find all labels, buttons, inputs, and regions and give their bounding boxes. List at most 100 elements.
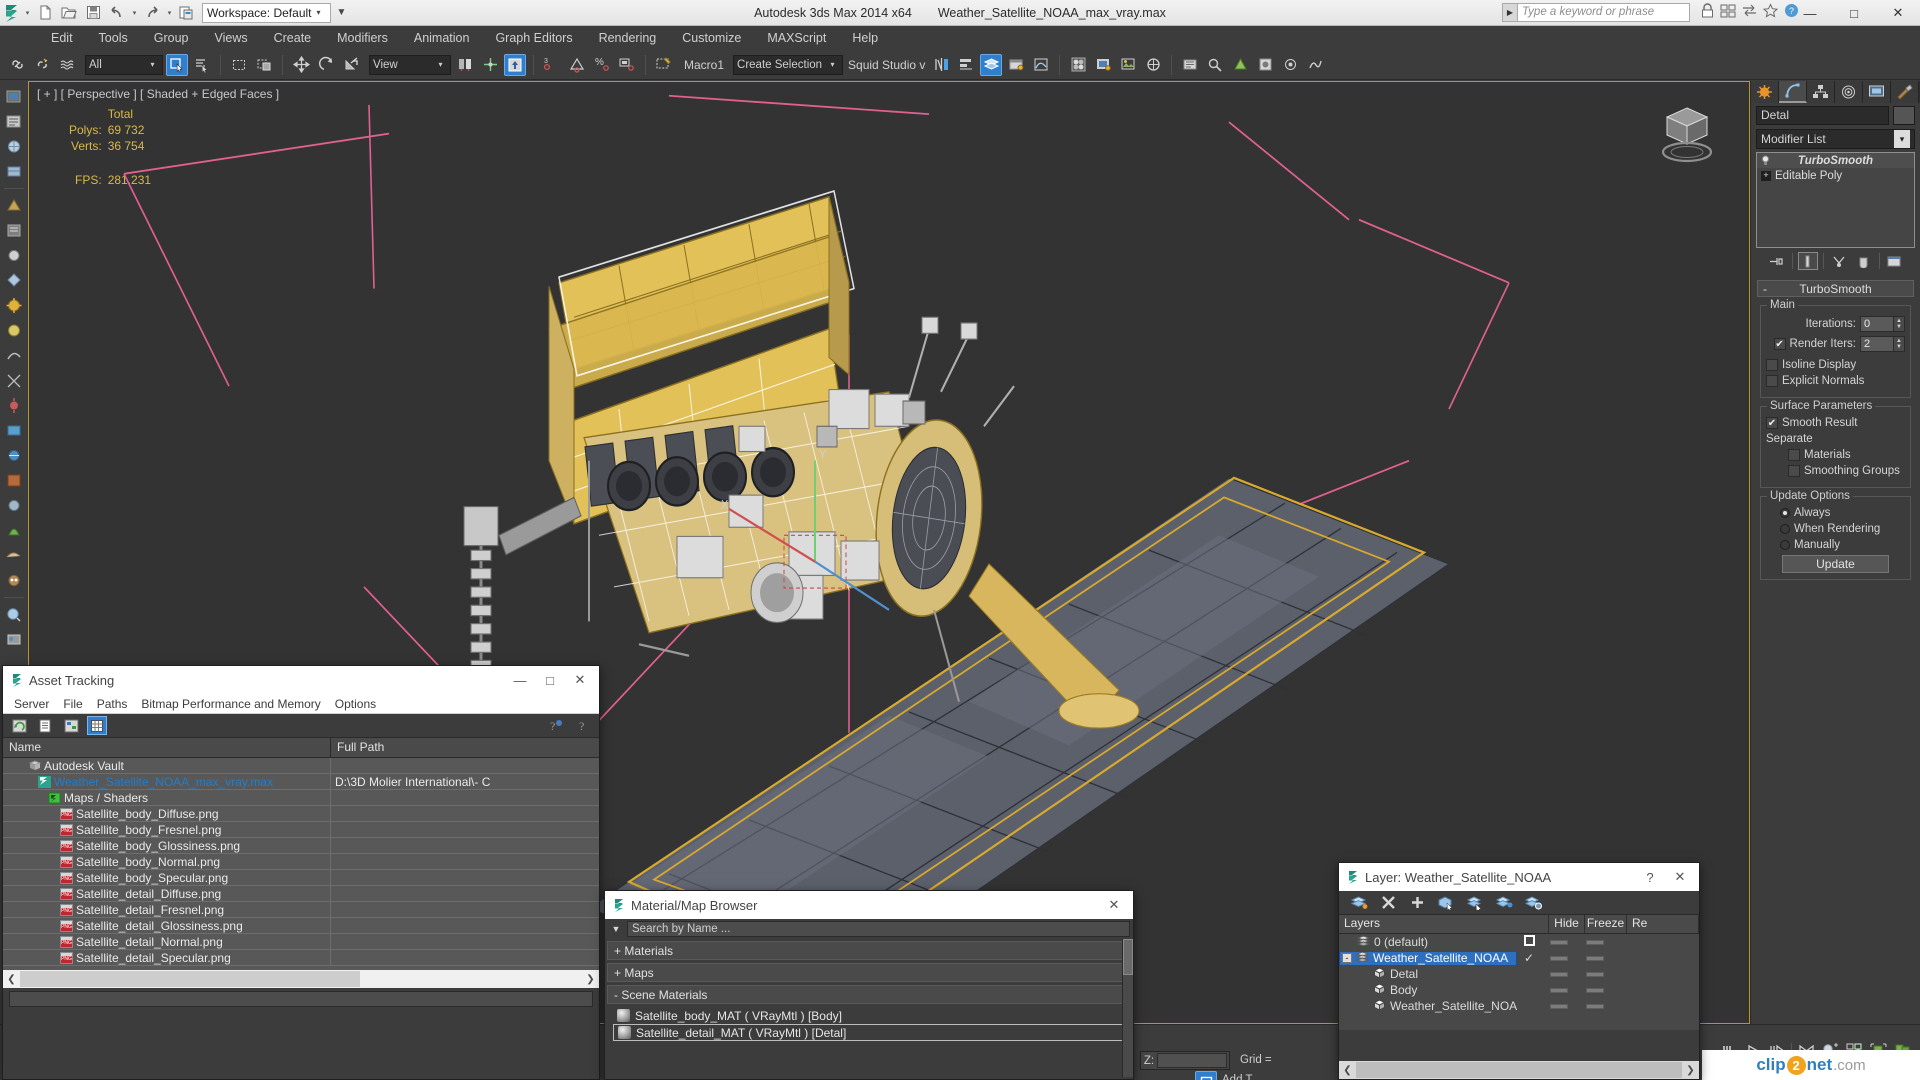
hide-toggle[interactable]	[1550, 971, 1568, 977]
freeze-toggle[interactable]	[1586, 955, 1604, 961]
filter-dropdown-icon[interactable]: ▼	[608, 921, 624, 937]
left-tool-icon-2[interactable]	[2, 110, 26, 133]
vray-toolbar-icon-1[interactable]	[1179, 54, 1201, 76]
vray-toolbar-icon-5[interactable]	[1279, 54, 1301, 76]
maximize-button[interactable]: □	[535, 667, 565, 693]
menu-item-tools[interactable]: Tools	[86, 26, 141, 50]
snap-toggle-icon[interactable]	[504, 53, 526, 76]
select-by-name-icon[interactable]	[191, 54, 213, 76]
modifier-stack[interactable]: TurboSmooth + Editable Poly	[1756, 152, 1915, 248]
percent-snap-icon[interactable]: %	[591, 54, 613, 76]
light-bulb-icon[interactable]	[1760, 155, 1771, 166]
table-row[interactable]: Weather_Satellite_NOAA_max_vray.max D:\3…	[3, 774, 599, 790]
select-and-rotate-icon[interactable]	[315, 54, 337, 76]
update-manually-radio[interactable]	[1780, 540, 1790, 550]
add-selection-to-layer-icon[interactable]	[1407, 893, 1427, 912]
list-item[interactable]: Weather_Satellite_NOAA	[1339, 998, 1699, 1014]
left-tool-icon-6[interactable]	[2, 219, 26, 242]
refresh-icon[interactable]	[9, 716, 29, 735]
tab-motion[interactable]	[1835, 81, 1863, 103]
grid-view-icon[interactable]	[87, 716, 107, 735]
render-iters-checkbox[interactable]: ✔	[1773, 338, 1786, 350]
z-coordinate-field[interactable]: Z:	[1140, 1051, 1230, 1070]
menu-item-edit[interactable]: Edit	[38, 26, 86, 50]
z-value[interactable]	[1157, 1053, 1227, 1068]
left-tool-icon-20[interactable]	[2, 569, 26, 592]
left-tool-icon-7[interactable]	[2, 244, 26, 267]
table-row[interactable]: Autodesk Vault	[3, 758, 599, 774]
menu-item-rendering[interactable]: Rendering	[586, 26, 670, 50]
menu-item-customize[interactable]: Customize	[669, 26, 754, 50]
menu-item-create[interactable]: Create	[261, 26, 325, 50]
help-icon[interactable]: ?	[573, 716, 593, 735]
tab-modify[interactable]	[1779, 81, 1807, 103]
vray-toolbar-icon-6[interactable]	[1304, 54, 1326, 76]
exchange-icon[interactable]	[1741, 3, 1758, 18]
menu-item-modifiers[interactable]: Modifiers	[324, 26, 401, 50]
material-item-body[interactable]: Satellite_body_MAT ( VRayMtl ) [Body]	[613, 1007, 1131, 1024]
vray-toolbar-icon-2[interactable]	[1204, 54, 1226, 76]
minimize-button[interactable]: —	[1788, 0, 1832, 26]
explicit-normals-checkbox[interactable]	[1766, 375, 1778, 387]
menu-item-group[interactable]: Group	[141, 26, 202, 50]
left-tool-icon-15[interactable]	[2, 444, 26, 467]
spinner-snap-icon[interactable]	[616, 54, 638, 76]
hide-toggle[interactable]	[1550, 939, 1568, 945]
collapse-icon[interactable]: -	[1342, 953, 1352, 963]
close-button[interactable]: ✕	[1665, 864, 1695, 890]
menu-item-file[interactable]: File	[56, 697, 89, 711]
update-always-row[interactable]: Always	[1766, 507, 1905, 519]
render-iters-spinner[interactable]: ▲▼	[1860, 336, 1905, 352]
menu-item-views[interactable]: Views	[201, 26, 260, 50]
close-button[interactable]: ✕	[565, 667, 595, 693]
render-production-icon[interactable]	[1142, 54, 1164, 76]
vray-toolbar-icon-4[interactable]	[1254, 54, 1276, 76]
menu-item-server[interactable]: Server	[7, 697, 56, 711]
table-row[interactable]: Satellite_detail_Normal.png	[3, 934, 599, 950]
menu-item-maxscript[interactable]: MAXScript	[754, 26, 839, 50]
select-and-scale-icon[interactable]	[340, 54, 362, 76]
materials-checkbox[interactable]	[1788, 449, 1800, 461]
table-row[interactable]: Satellite_detail_Specular.png	[3, 950, 599, 966]
maximize-button[interactable]: □	[1832, 0, 1876, 26]
table-row[interactable]: Satellite_detail_Glossiness.png	[3, 918, 599, 934]
left-tool-icon-14[interactable]	[2, 419, 26, 442]
asset-tracking-window[interactable]: Asset Tracking — □ ✕ Server File Paths B…	[2, 665, 600, 1080]
table-row[interactable]: Satellite_body_Normal.png	[3, 854, 599, 870]
object-name-field[interactable]: Detal	[1756, 106, 1889, 125]
named-selection-sets-icon[interactable]	[653, 54, 675, 76]
set-current-layer-icon[interactable]	[1465, 893, 1485, 912]
column-layers[interactable]: Layers	[1339, 915, 1549, 933]
render-setup-icon[interactable]	[1092, 54, 1114, 76]
list-item[interactable]: Body	[1339, 982, 1699, 998]
tab-utilities[interactable]	[1891, 81, 1919, 103]
menu-item-graph-editors[interactable]: Graph Editors	[482, 26, 585, 50]
layer-manager-window[interactable]: Layer: Weather_Satellite_NOAA ? ✕ Layers…	[1338, 862, 1700, 1080]
update-always-radio[interactable]	[1780, 508, 1790, 518]
material-editor-icon[interactable]	[1067, 54, 1089, 76]
chevron-down-icon[interactable]: ▾	[1894, 130, 1910, 148]
expand-icon[interactable]: +	[1761, 170, 1771, 181]
left-tool-icon-8[interactable]	[2, 269, 26, 292]
menu-item-bitmap-performance[interactable]: Bitmap Performance and Memory	[134, 697, 327, 711]
chevron-down-icon[interactable]: ▾	[146, 60, 159, 69]
help-button[interactable]: ?	[1635, 864, 1665, 890]
asset-tracking-rows[interactable]: Autodesk Vault Weather_Satellite_NOAA_ma…	[3, 758, 599, 970]
select-and-manipulate-icon[interactable]	[479, 54, 501, 76]
tab-display[interactable]	[1863, 81, 1891, 103]
menu-item-paths[interactable]: Paths	[90, 697, 135, 711]
hide-toggle[interactable]	[1550, 1003, 1568, 1009]
group-scene-materials[interactable]: - Scene Materials	[607, 985, 1131, 1004]
object-color-swatch[interactable]	[1893, 106, 1915, 125]
left-tool-icon-19[interactable]	[2, 544, 26, 567]
update-button[interactable]: Update	[1782, 555, 1889, 573]
material-map-browser-window[interactable]: Material/Map Browser ✕ ▼ Search by Name …	[604, 890, 1134, 1080]
material-browser-vscrollbar[interactable]	[1122, 939, 1133, 1077]
layer-current-check-icon[interactable]: ✓	[1517, 951, 1541, 965]
spinner-arrows-icon[interactable]: ▲ ▼	[1894, 316, 1905, 332]
select-object-icon[interactable]	[166, 53, 188, 76]
angle-snap-icon[interactable]	[566, 54, 588, 76]
modifier-list-combo[interactable]: Modifier List ▾	[1756, 129, 1915, 149]
add-time-tag-label[interactable]: Add T	[1222, 1074, 1252, 1080]
left-tool-icon-18[interactable]	[2, 519, 26, 542]
